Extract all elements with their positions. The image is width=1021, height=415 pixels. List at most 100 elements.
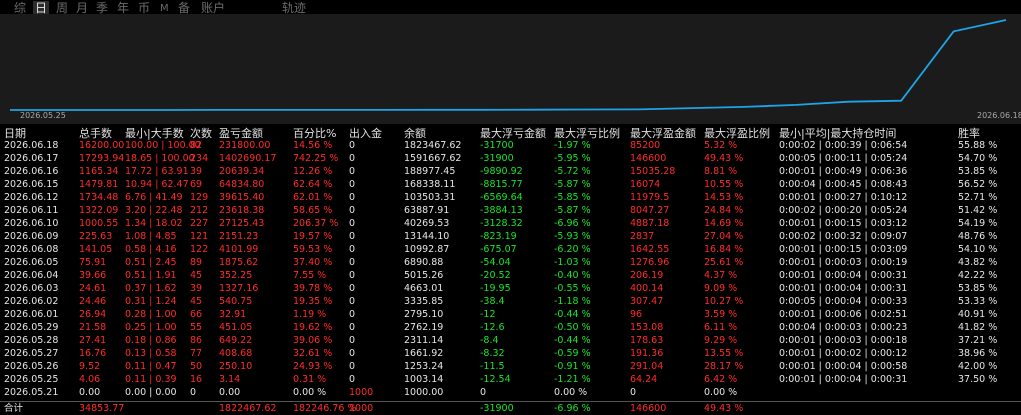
cell-max-float-loss: -11.5 [480,361,505,372]
cell-pnl: 27125.43 [219,218,265,229]
table-row[interactable]: 2026.06.01 26.94 0.28 | 1.00 66 32.91 1.19 % 0… [0,308,1021,321]
table-row[interactable]: 2026.05.26 9.52 0.11 | 0.47 50 250.10 24.93 %… [0,360,1021,373]
total-inout: 1000 [349,403,374,414]
cell-winrate: 53.85 % [958,283,998,294]
cell-max-float-loss: -12.54 [480,374,511,385]
tab-account[interactable]: 账户 [201,1,225,15]
table-row[interactable]: 2026.06.15 1479.81 10.94 | 62.47 69 64834.80… [0,178,1021,191]
cell-max-float-profit-pct: 28.17 % [704,361,744,372]
table-row[interactable]: 2026.05.28 27.41 0.18 | 0.86 86 649.22 39.06 … [0,334,1021,347]
cell-total-lots: 17293.94 [79,153,125,164]
cell-total-lots: 4.06 [79,374,101,385]
tab-quarter[interactable]: 季 [96,1,108,15]
cell-balance: 103503.31 [404,192,456,203]
table-row[interactable]: 2026.06.05 75.91 0.51 | 2.45 89 1875.62 37.40… [0,256,1021,269]
equity-curve-line [10,19,1007,111]
tab-notes[interactable]: 备 [178,1,190,15]
tab-month[interactable]: 月 [76,1,88,15]
tab-week[interactable]: 周 [56,1,68,15]
cell-pnl: 250.10 [219,361,253,372]
table-row[interactable]: 2026.06.11 1322.09 3.20 | 22.48 212 23618.38… [0,204,1021,217]
table-row[interactable]: 2026.05.21 0.00 0.00 | 0.00 0 0.00 0.00 % 1000… [0,386,1021,399]
cell-date: 2026.06.01 [4,309,59,320]
cell-winrate: 55.88 % [958,140,998,151]
table-row[interactable]: 2026.06.08 141.05 0.58 | 4.16 122 4101.99 59.… [0,243,1021,256]
table-row[interactable]: 2026.06.17 17293.94 18.65 | 100.00 234 14026… [0,152,1021,165]
cell-max-float-profit-pct: 9.09 % [704,283,738,294]
cell-max-float-loss-pct: -0.44 % [554,309,591,320]
cell-winrate: 38.96 % [958,348,998,359]
cell-hold-time: 0:00:01 | 0:00:49 | 0:06:36 [779,166,908,177]
cell-date: 2026.06.16 [4,166,59,177]
cell-winrate: 41.82 % [958,322,998,333]
table-row[interactable]: 2026.06.16 1165.34 17.72 | 63.91 39 20639.34… [0,165,1021,178]
cell-max-float-profit-pct: 14.69 % [704,218,744,229]
cell-pnl: 649.22 [219,335,253,346]
cell-hold-time: 0:00:01 | 0:00:15 | 0:03:09 [779,244,908,255]
tab-currency[interactable]: 币 [138,1,150,15]
cell-minmax-lots: 0.31 | 1.24 [125,296,177,307]
cell-minmax-lots: 6.76 | 41.49 [125,192,183,203]
tab-track[interactable]: 轨迹 [282,1,306,15]
cell-count: 39 [190,283,203,294]
cell-pct: 37.40 % [293,257,333,268]
cell-max-float-profit-pct: 10.55 % [704,179,744,190]
cell-hold-time: 0:00:02 | 0:00:39 | 0:06:54 [779,140,908,151]
cell-count: 212 [190,205,209,216]
table-row[interactable]: 2026.06.04 39.66 0.51 | 1.91 45 352.25 7.55 %… [0,269,1021,282]
cell-hold-time: 0:00:02 | 0:00:20 | 0:05:24 [779,205,908,216]
table-row[interactable]: 2026.06.12 1734.48 6.76 | 41.49 129 39615.40… [0,191,1021,204]
cell-max-float-loss-pct: -1.03 % [554,257,591,268]
cell-max-float-profit: 2837 [630,231,655,242]
cell-max-float-loss: -54.04 [480,257,511,268]
tab-day[interactable]: 日 [33,1,50,15]
cell-hold-time: 0:00:01 | 0:00:15 | 0:03:12 [779,218,908,229]
table-row[interactable]: 2026.05.27 16.76 0.13 | 0.58 77 408.68 32.61 … [0,347,1021,360]
cell-max-float-profit: 1642.55 [630,244,670,255]
cell-date: 2026.06.11 [4,205,59,216]
cell-minmax-lots: 0.00 | 0.00 [125,387,177,398]
cell-max-float-profit-pct: 6.11 % [704,322,738,333]
cell-pnl: 3.14 [219,374,241,385]
cell-count: 16 [190,374,203,385]
table-row[interactable]: 2026.06.03 24.61 0.37 | 1.62 39 1327.16 39.78… [0,282,1021,295]
table-row[interactable]: 2026.06.02 24.46 0.31 | 1.24 45 540.75 19.35 … [0,295,1021,308]
cell-max-float-profit: 4887.18 [630,218,670,229]
cell-balance: 1823467.62 [404,140,462,151]
cell-hold-time: 0:00:04 | 0:00:03 | 0:00:23 [779,322,908,333]
cell-hold-time: 0:00:01 | 0:00:27 | 0:10:12 [779,192,908,203]
cell-date: 2026.06.05 [4,257,59,268]
cell-count: 89 [190,257,203,268]
cell-balance: 40269.53 [404,218,450,229]
cell-inout: 0 [349,270,356,281]
cell-max-float-profit-pct: 24.84 % [704,205,744,216]
cell-inout: 0 [349,166,356,177]
table-row[interactable]: 2026.06.10 1000.55 1.34 | 18.02 227 27125.43… [0,217,1021,230]
tab-overview[interactable]: 综 [14,1,26,15]
cell-total-lots: 1734.48 [79,192,119,203]
cell-total-lots: 1165.34 [79,166,119,177]
cell-count: 77 [190,348,203,359]
tab-year[interactable]: 年 [117,1,129,15]
table-row[interactable]: 2026.06.18 16200.00 100.00 | 100.00 82 23180… [0,139,1021,152]
cell-pct: 62.01 % [293,192,333,203]
cell-count: 121 [190,231,209,242]
cell-pct: 0.31 % [293,374,327,385]
table-row[interactable]: 2026.06.09 225.63 1.08 | 4.85 121 2151.23 19.… [0,230,1021,243]
cell-balance: 10992.87 [404,244,450,255]
cell-max-float-loss-pct: -6.20 % [554,244,591,255]
cell-hold-time: 0:00:01 | 0:00:04 | 0:00:31 [779,270,908,281]
cell-max-float-loss-pct: 0.00 % [554,387,588,398]
total-pct: 182246.76 % [293,403,357,414]
cell-pct: 19.57 % [293,231,333,242]
cell-max-float-loss: -8815.77 [480,179,523,190]
table-row[interactable]: 2026.05.29 21.58 0.25 | 1.00 55 451.05 19.62 … [0,321,1021,334]
cell-max-float-loss: -20.52 [480,270,511,281]
table-row[interactable]: 2026.05.25 4.06 0.11 | 0.39 16 3.14 0.31 % 0 10… [0,373,1021,386]
cell-count: 39 [190,166,203,177]
cell-date: 2026.06.18 [4,140,59,151]
cell-balance: 1000.00 [404,387,444,398]
cell-pct: 59.53 % [293,244,333,255]
cell-count: 55 [190,322,203,333]
cell-inout: 0 [349,244,356,255]
